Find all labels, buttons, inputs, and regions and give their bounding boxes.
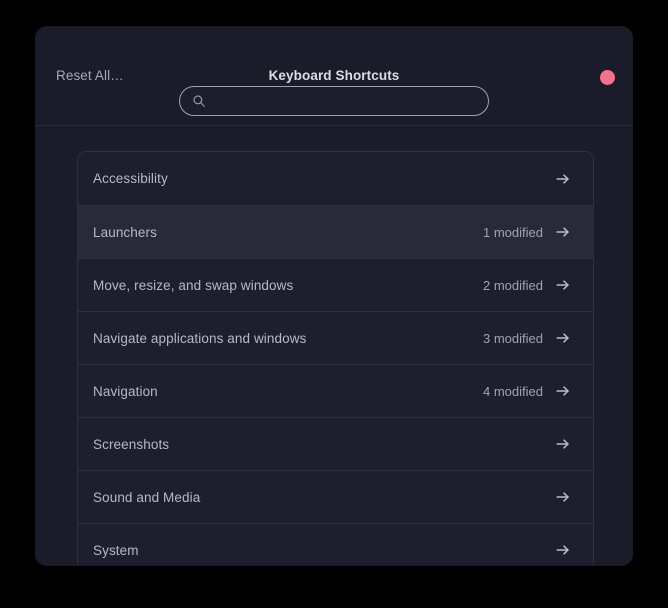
arrow-right-icon (556, 386, 569, 396)
window-body: Accessibility Launchers 1 modified Move, re… (35, 126, 633, 565)
shortcut-category-list: Accessibility Launchers 1 modified Move, re… (77, 151, 594, 565)
window-header: Reset All… Keyboard Shortcuts (35, 26, 633, 126)
list-item-label: System (93, 542, 139, 558)
list-item-label: Launchers (93, 224, 157, 240)
arrow-right-icon (556, 333, 569, 343)
arrow-right-icon (556, 173, 569, 184)
modified-count-badge: 1 modified (483, 224, 543, 240)
list-item-label: Navigation (93, 383, 158, 399)
arrow-right-icon (556, 227, 569, 237)
arrow-right-icon (556, 492, 569, 502)
list-item[interactable]: System (78, 523, 593, 565)
list-item[interactable]: Sound and Media (78, 470, 593, 523)
list-item[interactable]: Move, resize, and swap windows 2 modified (78, 258, 593, 311)
list-item[interactable]: Screenshots (78, 417, 593, 470)
list-item-label: Sound and Media (93, 489, 201, 505)
arrow-right-icon (556, 439, 569, 449)
close-icon[interactable] (600, 70, 615, 85)
page-title: Keyboard Shortcuts (268, 68, 400, 83)
search-input[interactable] (211, 87, 476, 115)
modified-count-badge: 2 modified (483, 277, 543, 293)
modified-count-badge: 4 modified (483, 383, 543, 399)
list-item[interactable]: Accessibility (78, 152, 593, 205)
list-item[interactable]: Navigation 4 modified (78, 364, 593, 417)
list-item-label: Move, resize, and swap windows (93, 277, 294, 293)
arrow-right-icon (556, 545, 569, 555)
modified-count-badge: 3 modified (483, 330, 543, 346)
list-item-label: Accessibility (93, 171, 168, 186)
list-item-label: Navigate applications and windows (93, 330, 307, 346)
keyboard-shortcuts-window: Reset All… Keyboard Shortcuts Accessibil… (35, 26, 633, 566)
list-item[interactable]: Navigate applications and windows 3 modif… (78, 311, 593, 364)
search-icon (193, 95, 205, 107)
arrow-right-icon (556, 280, 569, 290)
list-item-label: Screenshots (93, 436, 170, 452)
search-field[interactable] (179, 86, 489, 116)
list-item[interactable]: Launchers 1 modified (78, 205, 593, 258)
